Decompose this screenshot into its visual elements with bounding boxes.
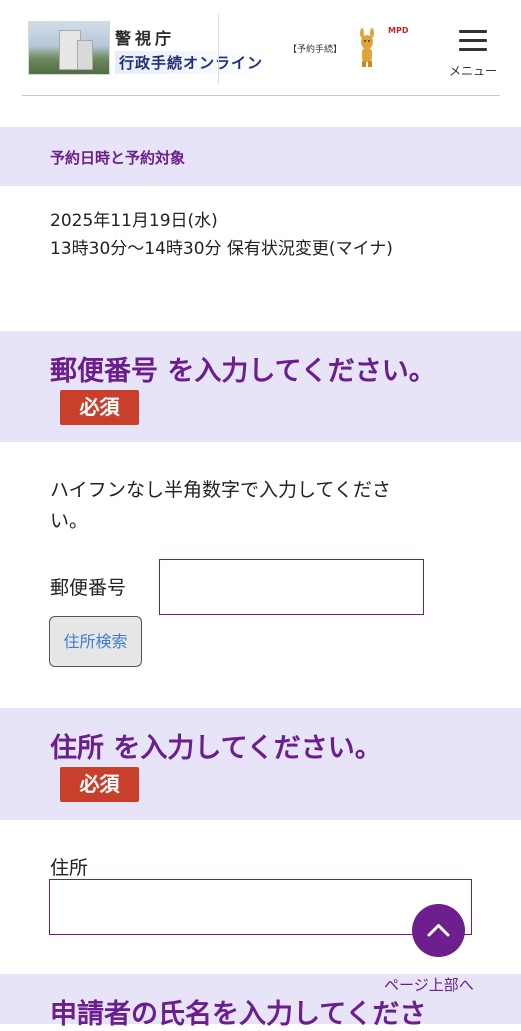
address-section-header: 住所 を入力してください。 必須 (0, 708, 521, 820)
postal-section-header: 郵便番号 を入力してください。 必須 (0, 331, 521, 442)
postal-field-label: 郵便番号 (50, 577, 127, 599)
reservation-section-title: 予約日時と予約対象 (50, 149, 186, 167)
address-section-title: 住所 を入力してください。 (50, 733, 382, 764)
logo-service-name: 行政手続オンライン (115, 51, 268, 74)
page-top-button[interactable] (412, 904, 465, 957)
mpd-logo: MPD (388, 26, 409, 35)
header-divider-line (22, 95, 500, 96)
site-logo-text[interactable]: 警視庁 行政手続オンライン (115, 25, 268, 74)
page-top-link[interactable]: ページ上部へ (384, 974, 474, 995)
building-shape-2 (77, 40, 93, 70)
postal-section-title: 郵便番号 を入力してください。 (50, 356, 436, 387)
postal-instruction: ハイフンなし半角数字で入力してくださ (50, 479, 391, 501)
chevron-up-icon (427, 924, 450, 937)
required-badge: 必須 (60, 767, 139, 802)
postal-instruction-cont: い。 (50, 510, 89, 532)
header-divider (218, 14, 219, 84)
mascot-icon (360, 28, 374, 67)
menu-button[interactable]: メニュー (446, 26, 500, 80)
hamburger-icon-bar (459, 48, 487, 51)
reservation-date: 2025年11月19日(水) (50, 211, 218, 231)
reservation-section-header: 予約日時と予約対象 (0, 127, 521, 186)
building-photo-logo[interactable] (28, 21, 110, 75)
required-badge: 必須 (60, 390, 139, 425)
address-field-label: 住所 (50, 857, 89, 879)
postal-code-input[interactable] (159, 559, 424, 615)
site-header: 警視庁 行政手続オンライン 【予約手続】 MPD メニュー (0, 0, 521, 98)
address-input[interactable] (49, 879, 472, 935)
reserve-procedure-tag: 【予約手続】 (288, 45, 343, 55)
menu-label: メニュー (448, 64, 497, 78)
logo-agency-name: 警視庁 (115, 29, 176, 48)
applicant-section-title: 申請者の氏名を入力してくださ (50, 999, 427, 1030)
hamburger-icon (459, 30, 487, 33)
reservation-time-target: 13時30分～14時30分 保有状況変更(マイナ) (50, 239, 393, 259)
address-search-button[interactable]: 住所検索 (49, 616, 142, 667)
hamburger-icon-bar (459, 39, 487, 42)
